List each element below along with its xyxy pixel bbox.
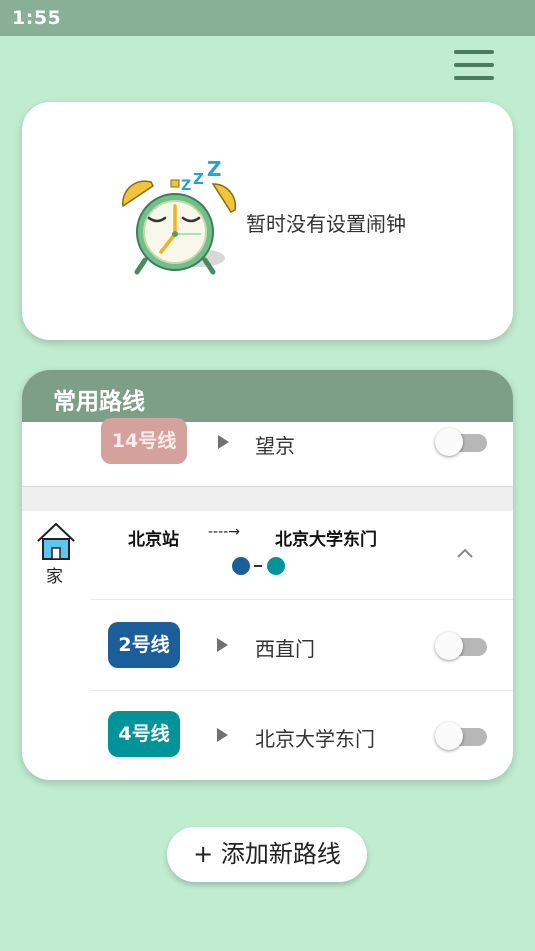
alarm-toggle[interactable] (435, 427, 489, 457)
route-segment-4[interactable]: 4号线 北京大学东门 (90, 691, 513, 780)
route-arrow: ----→ (208, 524, 240, 540)
route-row-14[interactable]: 14号线 望京 (22, 418, 513, 486)
home-icon (37, 522, 75, 560)
line-badge-2: 2号线 (108, 622, 180, 668)
svg-text:Z: Z (181, 178, 191, 194)
route-from: 北京站 (128, 530, 179, 550)
route-group-home[interactable]: 家 北京站 ----→ 北京大学东门 (22, 510, 513, 600)
station-name: 西直门 (255, 637, 315, 661)
route-segment-2[interactable]: 2号线 西直门 (90, 600, 513, 690)
no-alarm-message: 暂时没有设置闹钟 (246, 212, 406, 236)
dot-line-2 (232, 557, 250, 575)
play-icon (217, 728, 228, 742)
home-label: 家 (46, 567, 63, 587)
menu-button[interactable] (452, 50, 496, 84)
svg-text:Z: Z (193, 170, 204, 188)
line-badge-14: 14号线 (101, 418, 187, 464)
routes-header: 常用路线 (22, 370, 513, 422)
status-bar: 1:55 (0, 0, 535, 36)
svg-text:Z: Z (207, 157, 222, 181)
alarm-toggle[interactable] (435, 721, 489, 751)
station-name: 北京大学东门 (255, 727, 375, 751)
chevron-up-icon[interactable] (456, 547, 474, 559)
routes-title: 常用路线 (53, 389, 145, 415)
line-dots (232, 557, 292, 577)
add-route-button[interactable]: + 添加新路线 (167, 827, 367, 882)
sleeping-alarm-clock-icon: Z Z Z (122, 157, 237, 275)
station-name: 望京 (255, 434, 295, 458)
route-to: 北京大学东门 (275, 530, 377, 550)
route-separator (22, 486, 513, 511)
dot-line-4 (267, 557, 285, 575)
dot-connector (254, 565, 262, 567)
play-icon (217, 638, 228, 652)
status-time: 1:55 (12, 7, 62, 29)
line-badge-4: 4号线 (108, 711, 180, 757)
play-icon (218, 435, 229, 449)
alarm-toggle[interactable] (435, 631, 489, 661)
alarm-card[interactable]: Z Z Z 暂时没有设置闹钟 (22, 102, 513, 340)
routes-card: 常用路线 14号线 望京 家 北京站 ----→ 北京大学东门 2号线 西直门 … (22, 370, 513, 780)
